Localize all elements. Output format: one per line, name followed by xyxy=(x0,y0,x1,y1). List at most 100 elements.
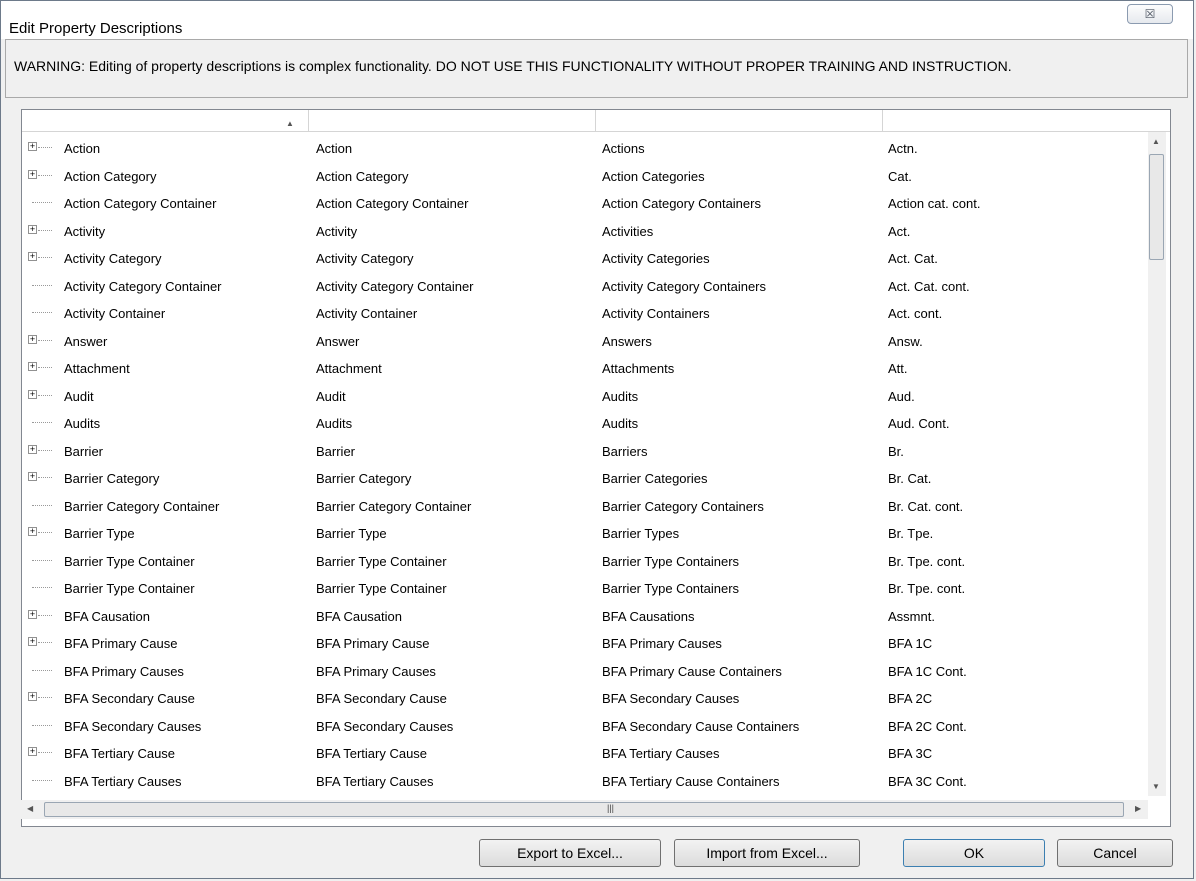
cell-plural[interactable]: Barriers xyxy=(602,444,648,459)
cell-abbreviation[interactable]: BFA 2C xyxy=(888,691,932,706)
scroll-right-icon[interactable]: ▶ xyxy=(1135,804,1141,813)
cell-singular[interactable]: Activity xyxy=(316,224,357,239)
cell-abbreviation[interactable]: Act. Cat. cont. xyxy=(888,279,970,294)
cell-name[interactable]: BFA Secondary Causes xyxy=(64,719,201,734)
cell-abbreviation[interactable]: Br. Tpe. cont. xyxy=(888,581,965,596)
vertical-scrollbar[interactable]: ▲ ▼ xyxy=(1148,132,1166,796)
close-button[interactable]: ☒ xyxy=(1127,4,1173,24)
column-header-singular[interactable] xyxy=(309,110,596,132)
column-header-name[interactable]: ▲ xyxy=(22,110,309,132)
cell-abbreviation[interactable]: Act. Cat. xyxy=(888,251,938,266)
cell-name[interactable]: Activity Category Container xyxy=(64,279,222,294)
cell-abbreviation[interactable]: Action cat. cont. xyxy=(888,196,981,211)
expand-icon[interactable]: + xyxy=(28,692,37,701)
property-grid[interactable]: ▲ + Action Action Actions Actn. + Action Categ… xyxy=(21,109,1171,827)
table-row[interactable]: Barrier Type Container Barrier Type Conta… xyxy=(22,547,1153,574)
cell-plural[interactable]: Audits xyxy=(602,389,638,404)
table-row[interactable]: Action Category Container Action Category… xyxy=(22,189,1153,216)
cell-singular[interactable]: Action Category Container xyxy=(316,196,468,211)
cell-name[interactable]: Activity Container xyxy=(64,306,165,321)
cell-singular[interactable]: Barrier xyxy=(316,444,355,459)
cell-singular[interactable]: BFA Primary Cause xyxy=(316,636,429,651)
expand-icon[interactable]: + xyxy=(28,169,37,179)
table-row[interactable]: + Audit Audit Audits Aud. xyxy=(22,382,1153,409)
cell-name[interactable]: Action xyxy=(64,141,100,156)
expand-icon[interactable]: + xyxy=(28,747,37,756)
cell-name[interactable]: Activity Category xyxy=(64,251,162,266)
cell-name[interactable]: Action Category Container xyxy=(64,196,216,211)
scroll-down-icon[interactable]: ▼ xyxy=(1152,782,1160,791)
expand-icon[interactable]: + xyxy=(28,362,37,371)
cell-name[interactable]: BFA Tertiary Cause xyxy=(64,746,175,761)
table-row[interactable]: + Barrier Barrier Barriers Br. xyxy=(22,437,1153,464)
expand-icon[interactable]: + xyxy=(28,334,37,344)
cell-singular[interactable]: BFA Secondary Cause xyxy=(316,691,447,706)
cell-abbreviation[interactable]: BFA 1C xyxy=(888,636,932,651)
cell-singular[interactable]: Barrier Type xyxy=(316,526,387,541)
cell-name[interactable]: BFA Primary Cause xyxy=(64,636,177,651)
expand-icon[interactable]: + xyxy=(28,527,37,536)
cell-singular[interactable]: Barrier Category xyxy=(316,471,411,486)
cell-name[interactable]: Audit xyxy=(64,389,94,404)
cell-singular[interactable]: Barrier Type Container xyxy=(316,581,447,596)
cancel-button[interactable]: Cancel xyxy=(1057,839,1173,867)
cell-singular[interactable]: Barrier Type Container xyxy=(316,554,447,569)
table-row[interactable]: BFA Primary Causes BFA Primary Causes BFA … xyxy=(22,657,1153,684)
expand-icon[interactable]: + xyxy=(28,444,37,454)
cell-abbreviation[interactable]: BFA 1C Cont. xyxy=(888,664,967,679)
table-row[interactable]: + BFA Secondary Cause BFA Secondary Cause B… xyxy=(22,684,1153,711)
cell-singular[interactable]: Audit xyxy=(316,389,346,404)
horizontal-scrollbar[interactable]: ◀ ||| ▶ xyxy=(21,800,1148,819)
cell-plural[interactable]: BFA Secondary Causes xyxy=(602,691,739,706)
cell-name[interactable]: BFA Tertiary Causes xyxy=(64,774,182,789)
cell-abbreviation[interactable]: Assmnt. xyxy=(888,609,935,624)
cell-singular[interactable]: BFA Causation xyxy=(316,609,402,624)
cell-plural[interactable]: Barrier Type Containers xyxy=(602,581,739,596)
cell-name[interactable]: Barrier Type Container xyxy=(64,581,195,596)
cell-abbreviation[interactable]: Br. Tpe. cont. xyxy=(888,554,965,569)
cell-singular[interactable]: Activity Container xyxy=(316,306,417,321)
cell-plural[interactable]: BFA Secondary Cause Containers xyxy=(602,719,799,734)
cell-name[interactable]: BFA Secondary Cause xyxy=(64,691,195,706)
table-row[interactable]: + BFA Tertiary Cause BFA Tertiary Cause BFA… xyxy=(22,739,1153,766)
cell-name[interactable]: Barrier Type Container xyxy=(64,554,195,569)
cell-abbreviation[interactable]: Br. xyxy=(888,444,904,459)
cell-plural[interactable]: BFA Tertiary Cause Containers xyxy=(602,774,780,789)
cell-abbreviation[interactable]: BFA 2C Cont. xyxy=(888,719,967,734)
horizontal-scroll-thumb[interactable]: ||| xyxy=(44,802,1124,817)
table-row[interactable]: + Barrier Type Barrier Type Barrier Types Br… xyxy=(22,519,1153,546)
table-row[interactable]: + Action Category Action Category Action Ca… xyxy=(22,162,1153,189)
expand-icon[interactable]: + xyxy=(28,472,37,481)
cell-name[interactable]: Barrier Category xyxy=(64,471,159,486)
table-row[interactable]: Activity Container Activity Container Acti… xyxy=(22,299,1153,326)
cell-singular[interactable]: Activity Category Container xyxy=(316,279,474,294)
cell-singular[interactable]: BFA Primary Causes xyxy=(316,664,436,679)
cell-name[interactable]: Audits xyxy=(64,416,100,431)
expand-icon[interactable]: + xyxy=(28,609,37,619)
cell-plural[interactable]: Activity Containers xyxy=(602,306,710,321)
table-row[interactable]: + Attachment Attachment Attachments Att. xyxy=(22,354,1153,381)
cell-name[interactable]: Barrier xyxy=(64,444,103,459)
cell-name[interactable]: Barrier Type xyxy=(64,526,135,541)
cell-abbreviation[interactable]: Att. xyxy=(888,361,908,376)
cell-plural[interactable]: BFA Primary Cause Containers xyxy=(602,664,782,679)
cell-abbreviation[interactable]: BFA 3C Cont. xyxy=(888,774,967,789)
cell-plural[interactable]: Barrier Type Containers xyxy=(602,554,739,569)
cell-name[interactable]: Action Category xyxy=(64,169,157,184)
cell-plural[interactable]: BFA Causations xyxy=(602,609,695,624)
cell-plural[interactable]: Barrier Types xyxy=(602,526,679,541)
cell-singular[interactable]: BFA Secondary Causes xyxy=(316,719,453,734)
cell-plural[interactable]: Action Category Containers xyxy=(602,196,761,211)
expand-icon[interactable]: + xyxy=(28,224,37,234)
cell-abbreviation[interactable]: Act. cont. xyxy=(888,306,942,321)
cell-singular[interactable]: Answer xyxy=(316,334,359,349)
table-row[interactable]: + Action Action Actions Actn. xyxy=(22,134,1153,161)
cell-abbreviation[interactable]: Aud. xyxy=(888,389,915,404)
table-row[interactable]: + BFA Primary Cause BFA Primary Cause BFA P… xyxy=(22,629,1153,656)
table-row[interactable]: + Answer Answer Answers Answ. xyxy=(22,327,1153,354)
table-row[interactable]: + BFA Causation BFA Causation BFA Causation… xyxy=(22,602,1153,629)
table-row[interactable]: Barrier Category Container Barrier Catego… xyxy=(22,492,1153,519)
cell-abbreviation[interactable]: Answ. xyxy=(888,334,923,349)
cell-name[interactable]: Barrier Category Container xyxy=(64,499,219,514)
cell-plural[interactable]: Actions xyxy=(602,141,645,156)
